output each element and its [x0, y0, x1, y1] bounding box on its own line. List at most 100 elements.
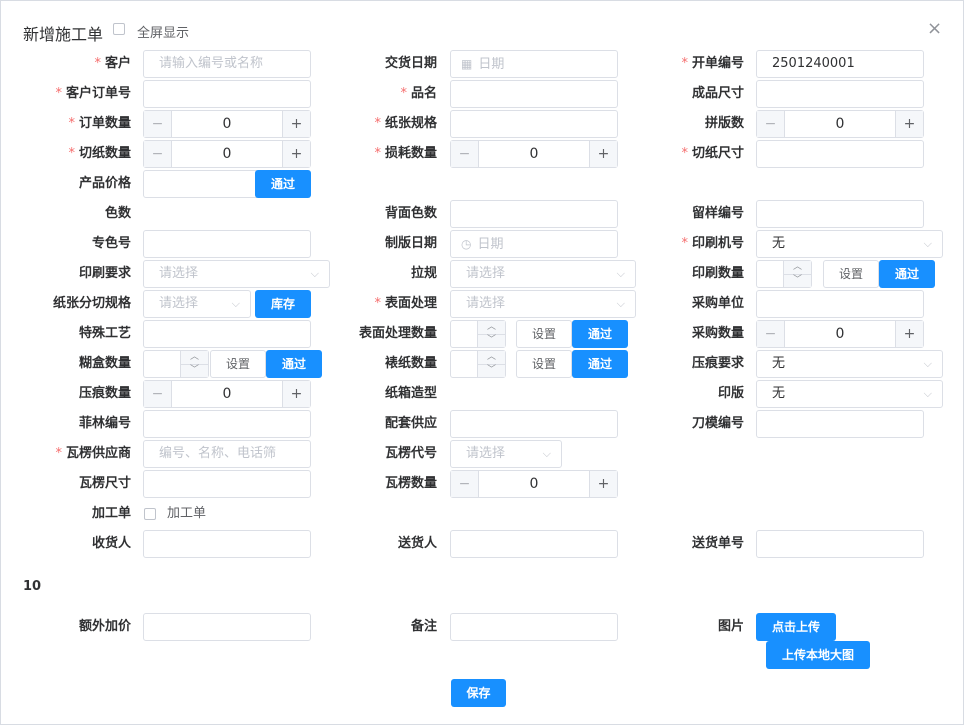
decrement-button[interactable]: −	[144, 141, 172, 167]
fullscreen-checkbox[interactable]	[113, 23, 125, 35]
mounting-qty-spinner[interactable]: ︿ ﹀	[450, 350, 506, 378]
increment-button[interactable]: +	[895, 111, 923, 137]
spin-down-icon[interactable]: ﹀	[478, 364, 505, 377]
spin-up-icon[interactable]: ︿	[478, 351, 505, 365]
supporting-supply-input[interactable]	[450, 410, 618, 438]
label-mounting-qty: 裱纸数量	[309, 350, 437, 378]
purchase-unit-input[interactable]	[756, 290, 924, 318]
spin-down-icon[interactable]: ﹀	[784, 274, 811, 287]
plate-date-picker[interactable]: ◷ 日期	[450, 230, 618, 258]
save-button[interactable]: 保存	[451, 679, 506, 707]
select-placeholder: 请选择	[159, 266, 199, 281]
cut-size-input[interactable]	[756, 140, 924, 168]
upload-local-image-button[interactable]: 上传本地大图	[766, 641, 870, 669]
cut-qty-value[interactable]: 0	[172, 141, 282, 167]
spin-down-icon[interactable]: ﹀	[181, 364, 208, 377]
increment-button[interactable]: +	[282, 141, 310, 167]
label-text: 品名	[410, 86, 437, 101]
label-imposition-count: 拼版数	[616, 110, 744, 138]
label-text: 色数	[104, 206, 131, 221]
print-qty-pass-button[interactable]: 通过	[879, 260, 935, 288]
increment-button[interactable]: +	[282, 381, 310, 407]
die-no-input[interactable]	[756, 410, 924, 438]
purchase-qty-value[interactable]: 0	[785, 321, 895, 347]
label-text: 背面色数	[384, 206, 437, 221]
customer-input[interactable]: 请输入编号或名称	[143, 50, 311, 78]
decrement-button[interactable]: −	[144, 381, 172, 407]
decrement-button[interactable]: −	[757, 321, 785, 347]
label-text: 裱纸数量	[384, 356, 437, 371]
film-no-input[interactable]	[143, 410, 311, 438]
customer-order-no-input[interactable]	[143, 80, 311, 108]
label-print-requirement: 印刷要求	[3, 260, 131, 288]
increment-button[interactable]: +	[895, 321, 923, 347]
paper-cut-spec-select[interactable]: 请选择 ⌵	[143, 290, 251, 318]
order-qty-value[interactable]: 0	[172, 111, 282, 137]
corrugated-qty-value[interactable]: 0	[479, 471, 589, 497]
extra-price-input[interactable]	[143, 613, 311, 641]
label-text: 成品尺寸	[691, 86, 744, 101]
remark-input[interactable]	[450, 613, 618, 641]
print-requirement-select[interactable]: 请选择 ⌵	[143, 260, 330, 288]
spot-color-no-input[interactable]	[143, 230, 311, 258]
spin-up-icon[interactable]: ︿	[784, 261, 811, 275]
label-text: 留样编号	[691, 206, 744, 221]
corrugated-size-input[interactable]	[143, 470, 311, 498]
label-order-qty: * 订单数量	[3, 110, 131, 138]
gluing-qty-spinner[interactable]: ︿ ﹀	[143, 350, 209, 378]
surface-treatment-select[interactable]: 请选择 ⌵	[450, 290, 636, 318]
consignee-input[interactable]	[143, 530, 311, 558]
waste-qty-value[interactable]: 0	[479, 141, 589, 167]
label-text: 印刷要求	[78, 266, 131, 281]
label-text: 刀模编号	[691, 416, 744, 431]
stock-button[interactable]: 库存	[255, 290, 311, 318]
gluing-qty-set-button[interactable]: 设置	[210, 350, 266, 378]
spin-down-icon[interactable]: ﹀	[478, 334, 505, 347]
press-no-select[interactable]: 无 ⌵	[756, 230, 943, 258]
increment-button[interactable]: +	[589, 471, 617, 497]
paper-spec-input[interactable]	[450, 110, 618, 138]
print-qty-set-button[interactable]: 设置	[823, 260, 879, 288]
order-no-input[interactable]: 2501240001	[756, 50, 924, 78]
deliverer-input[interactable]	[450, 530, 618, 558]
label-press-no: * 印刷机号	[616, 230, 744, 258]
corrugated-code-select[interactable]: 请选择 ⌵	[450, 440, 562, 468]
back-color-count-input[interactable]	[450, 200, 618, 228]
spin-up-icon[interactable]: ︿	[181, 351, 208, 365]
finished-size-input[interactable]	[756, 80, 924, 108]
required-mark: *	[68, 146, 75, 161]
surface-qty-spinner[interactable]: ︿ ﹀	[450, 320, 506, 348]
fullscreen-label[interactable]: 全屏显示	[137, 22, 189, 41]
pull-gauge-select[interactable]: 请选择 ⌵	[450, 260, 636, 288]
decrement-button[interactable]: −	[144, 111, 172, 137]
decrement-button[interactable]: −	[451, 141, 479, 167]
section-number: 10	[23, 579, 42, 594]
label-surface-treatment: * 表面处理	[309, 290, 437, 318]
required-mark: *	[400, 86, 407, 101]
product-price-pass-button[interactable]: 通过	[255, 170, 311, 198]
spin-up-icon[interactable]: ︿	[478, 321, 505, 335]
increment-button[interactable]: +	[589, 141, 617, 167]
crease-qty-value[interactable]: 0	[172, 381, 282, 407]
special-process-input[interactable]	[143, 320, 311, 348]
processing-order-checkbox[interactable]	[144, 508, 156, 520]
decrement-button[interactable]: −	[757, 111, 785, 137]
delivery-date-picker[interactable]: ▦ 日期	[450, 50, 618, 78]
delivery-no-input[interactable]	[756, 530, 924, 558]
close-icon[interactable]: ×	[927, 19, 942, 39]
mounting-qty-set-button[interactable]: 设置	[516, 350, 572, 378]
decrement-button[interactable]: −	[451, 471, 479, 497]
crease-requirement-select[interactable]: 无 ⌵	[756, 350, 943, 378]
sample-no-input[interactable]	[756, 200, 924, 228]
surface-qty-set-button[interactable]: 设置	[516, 320, 572, 348]
processing-order-checkbox-label[interactable]: 加工单	[167, 507, 206, 521]
spinner-arrows: ︿ ﹀	[477, 351, 505, 377]
increment-button[interactable]: +	[282, 111, 310, 137]
upload-click-button[interactable]: 点击上传	[756, 613, 836, 641]
print-qty-spinner[interactable]: ︿ ﹀	[756, 260, 812, 288]
product-name-input[interactable]	[450, 80, 618, 108]
product-price-input[interactable]	[143, 170, 259, 198]
imposition-count-value[interactable]: 0	[785, 111, 895, 137]
corrugated-supplier-input[interactable]: 编号、名称、电话筛	[143, 440, 311, 468]
plate-select[interactable]: 无 ⌵	[756, 380, 943, 408]
